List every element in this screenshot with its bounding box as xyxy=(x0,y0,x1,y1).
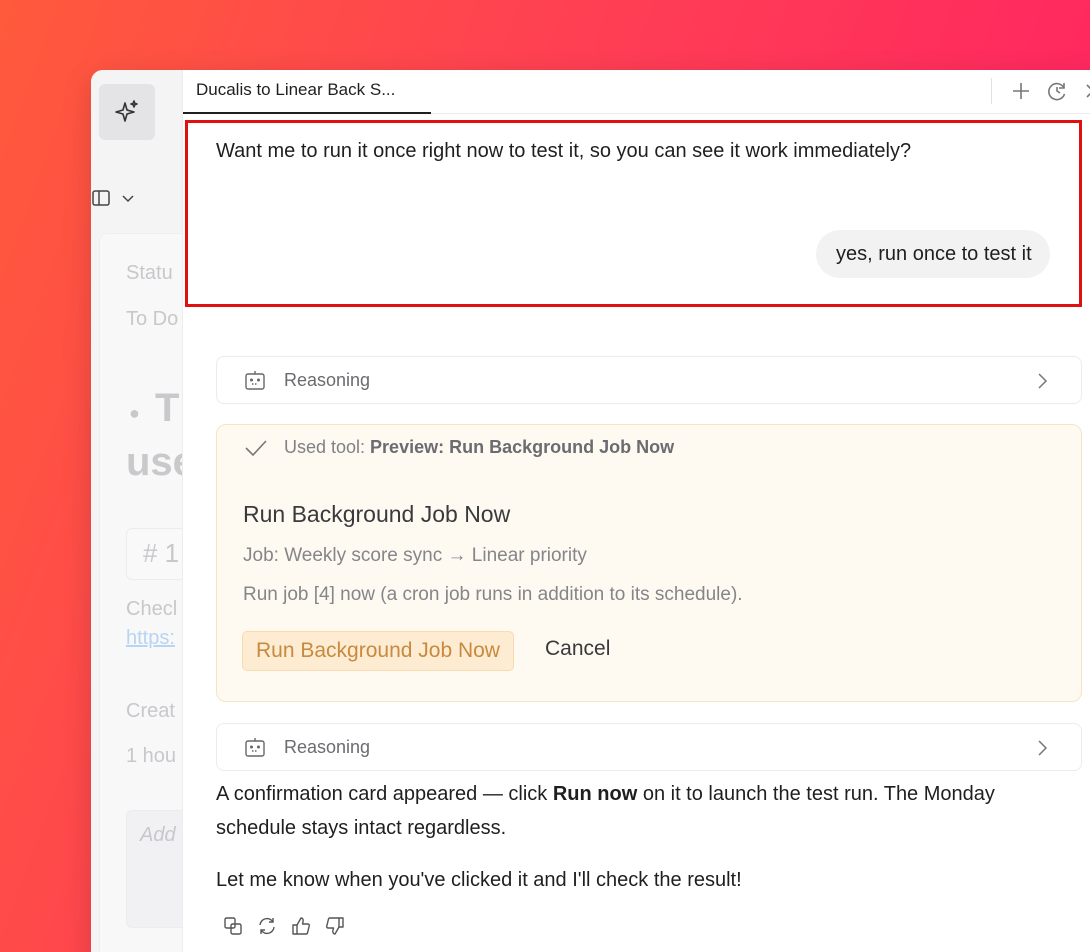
thumbs-up-icon[interactable] xyxy=(291,916,311,936)
status-label: Statu xyxy=(126,262,173,284)
final-text-part1: A confirmation card appeared — click xyxy=(216,783,553,805)
tool-header: Used tool: Preview: Run Background Job N… xyxy=(244,437,674,458)
robot-icon xyxy=(245,738,265,757)
issue-status-dot: ● xyxy=(129,403,140,423)
tab-bar: Ducalis to Linear Back S... xyxy=(183,70,1090,114)
status-value: To Do xyxy=(126,308,179,330)
tool-preview-card: Used tool: Preview: Run Background Job N… xyxy=(216,424,1082,702)
issue-link[interactable]: https: xyxy=(126,627,175,650)
plus-icon[interactable] xyxy=(1010,80,1032,102)
history-icon[interactable] xyxy=(1046,80,1068,102)
tool-job-line: Job: Weekly score sync → Linear priority xyxy=(243,545,587,566)
ai-assistant-button[interactable] xyxy=(99,84,155,140)
tab-actions xyxy=(991,78,1090,104)
tool-used-prefix: Used tool: xyxy=(284,437,371,457)
run-job-button[interactable]: Run Background Job Now xyxy=(242,631,514,671)
panel-toggle-button[interactable] xyxy=(91,188,137,208)
assistant-message-followup: Let me know when you've clicked it and I… xyxy=(216,869,742,891)
left-strip: Statu To Do ● T use # 1 Checl https: Cre… xyxy=(91,70,219,952)
assistant-message-final: A confirmation card appeared — click Run… xyxy=(216,777,1076,845)
tool-used-text: Used tool: Preview: Run Background Job N… xyxy=(284,437,674,458)
sparkle-icon xyxy=(115,100,138,122)
created-label: Creat xyxy=(126,700,175,722)
regenerate-icon[interactable] xyxy=(257,916,277,936)
chat-panel: Ducalis to Linear Back S... Want me to r… xyxy=(182,70,1090,952)
check-text: Checl xyxy=(126,598,178,620)
divider xyxy=(991,78,992,104)
tool-description: Run job [4] now (a cron job runs in addi… xyxy=(243,584,743,605)
chevron-right-icon xyxy=(1038,373,1048,389)
close-icon[interactable] xyxy=(1082,80,1090,102)
tag-text: # 1 xyxy=(143,538,180,568)
thumbs-down-icon[interactable] xyxy=(325,916,345,936)
copy-icon[interactable] xyxy=(223,916,243,936)
panel-layout-icon xyxy=(92,190,110,206)
reasoning-collapsible[interactable]: Reasoning xyxy=(216,356,1082,404)
comment-placeholder: Add xyxy=(140,824,176,846)
tool-name: Preview: Run Background Job Now xyxy=(370,437,675,457)
message-feedback-actions xyxy=(223,916,345,936)
cancel-button[interactable]: Cancel xyxy=(545,637,610,661)
chevron-down-icon xyxy=(122,195,134,203)
reasoning-collapsible[interactable]: Reasoning xyxy=(216,723,1082,771)
app-window: Statu To Do ● T use # 1 Checl https: Cre… xyxy=(91,70,1090,952)
final-text-bold: Run now xyxy=(552,783,638,805)
tool-card-title: Run Background Job Now xyxy=(243,501,511,527)
tab-conversation[interactable]: Ducalis to Linear Back S... xyxy=(183,70,431,114)
check-icon xyxy=(245,439,267,456)
reasoning-label: Reasoning xyxy=(284,736,371,757)
reasoning-label: Reasoning xyxy=(284,369,371,390)
chevron-right-icon xyxy=(1038,740,1048,756)
created-value: 1 hou xyxy=(126,745,177,767)
highlight-box xyxy=(185,120,1082,307)
issue-title-line1: T xyxy=(155,386,180,430)
robot-icon xyxy=(245,371,265,390)
